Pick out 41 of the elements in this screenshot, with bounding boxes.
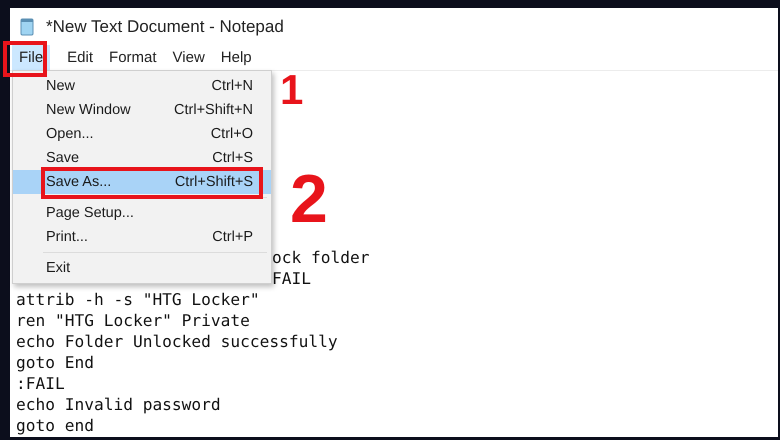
menu-entry[interactable]: Open... Ctrl+O	[13, 122, 271, 146]
code-line: :FAIL	[16, 373, 65, 394]
code-line: echo Folder Unlocked successfully	[16, 331, 338, 352]
menu-entry-label: New Window	[46, 102, 131, 118]
menu-entry-label: Open...	[46, 126, 94, 142]
code-line: goto End	[16, 352, 94, 373]
menu-entry[interactable]: Save Ctrl+S	[13, 146, 271, 170]
menu-item[interactable]: File	[12, 45, 50, 70]
highlight-box	[3, 41, 47, 77]
code-line: ock folder	[272, 247, 370, 268]
step-number: 1	[280, 74, 304, 106]
menu-entry[interactable]: Save As... Ctrl+Shift+S	[13, 170, 271, 194]
menu-entry[interactable]: New Window Ctrl+Shift+N	[13, 98, 271, 122]
shortcut-text: Ctrl+P	[212, 229, 253, 245]
shortcut-text: Ctrl+Shift+S	[174, 174, 253, 190]
menu-entry[interactable]: Print... Ctrl+P	[13, 225, 271, 249]
menu-entry[interactable]: Exit	[13, 256, 271, 280]
notepad-icon	[20, 18, 34, 36]
menu-entry[interactable]: New Ctrl+N	[13, 74, 271, 98]
code-line: goto end	[16, 415, 94, 436]
shortcut-text: Ctrl+N	[212, 78, 253, 94]
menu-entry-label: Print...	[46, 229, 88, 245]
step-number: 2	[290, 172, 328, 226]
menu-entry-label: New	[46, 78, 76, 94]
menu-entry-label: Save As...	[46, 174, 112, 190]
code-line: FAIL	[272, 268, 311, 289]
menu-entry-label: Page Setup...	[46, 205, 134, 221]
menu-item[interactable]: Edit	[60, 45, 100, 70]
menu-item[interactable]: Format	[102, 45, 164, 70]
code-line: ren "HTG Locker" Private	[16, 310, 250, 331]
window-title: *New Text Document - Notepad	[46, 16, 284, 36]
menu-entry[interactable]: Page Setup...	[13, 201, 271, 225]
code-line: echo Invalid password	[16, 394, 221, 415]
shortcut-text: Ctrl+Shift+N	[174, 102, 253, 118]
code-line: attrib -h -s "HTG Locker"	[16, 289, 260, 310]
menu-entry-label: Save	[46, 150, 80, 166]
shortcut-text: Ctrl+O	[210, 126, 253, 142]
menu-item[interactable]: View	[166, 45, 212, 70]
menu-entry-label: Exit	[46, 260, 70, 276]
menu-item[interactable]: Help	[214, 45, 259, 70]
shortcut-text: Ctrl+S	[212, 150, 253, 166]
